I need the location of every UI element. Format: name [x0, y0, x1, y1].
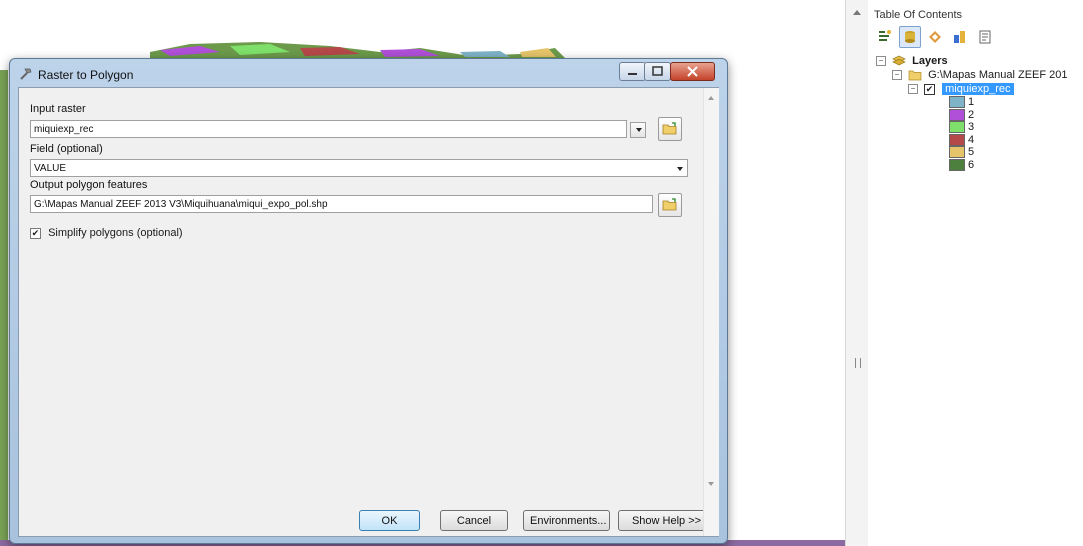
chevron-down-icon — [636, 128, 642, 132]
simplify-polygons-option[interactable]: ✔ Simplify polygons (optional) — [30, 227, 183, 239]
show-help-button[interactable]: Show Help >> — [618, 510, 715, 531]
list-by-source-button[interactable] — [899, 26, 921, 48]
collapse-icon[interactable]: − — [892, 70, 902, 81]
layers-label: Layers — [912, 55, 948, 67]
list-by-selection-button[interactable] — [949, 26, 971, 48]
legend-item[interactable]: 3 — [949, 121, 1083, 134]
chevron-down-icon — [677, 167, 683, 171]
browse-output-button[interactable] — [658, 193, 682, 217]
legend-swatch[interactable] — [949, 121, 965, 134]
collapse-icon[interactable]: − — [876, 56, 886, 67]
output-label: Output polygon features — [30, 179, 148, 191]
maximize-button[interactable] — [644, 62, 671, 81]
tree-layer-item[interactable]: − ✔ miquiexp_rec — [908, 82, 1083, 96]
options-icon — [979, 30, 991, 44]
cancel-button[interactable]: Cancel — [440, 510, 508, 531]
field-value: VALUE — [34, 163, 67, 174]
list-by-visibility-button[interactable] — [924, 26, 946, 48]
splitter-grip[interactable] — [855, 358, 861, 368]
input-raster-dropdown-button[interactable] — [630, 122, 646, 138]
output-features-field[interactable]: G:\Mapas Manual ZEEF 2013 V3\Miquihuana\… — [30, 195, 653, 213]
legend-label: 1 — [968, 96, 975, 108]
collapse-icon[interactable]: − — [908, 84, 918, 95]
scroll-up-icon[interactable] — [853, 10, 861, 15]
raster-to-polygon-dialog: Raster to Polygon Input raster miquiexp_… — [9, 58, 728, 544]
list-by-visibility-icon — [929, 31, 941, 43]
toc-title: Table Of Contents — [874, 9, 963, 21]
options-button[interactable] — [974, 26, 996, 48]
browse-input-button[interactable] — [658, 117, 682, 141]
scroll-down-icon[interactable] — [708, 482, 714, 486]
maximize-icon — [652, 66, 663, 76]
simplify-polygons-checkbox[interactable]: ✔ — [30, 227, 41, 239]
legend-item[interactable]: 5 — [949, 146, 1083, 159]
hammer-icon — [20, 68, 32, 80]
legend-swatch[interactable] — [949, 108, 965, 121]
input-raster-label: Input raster — [30, 103, 86, 115]
legend-label: 2 — [968, 108, 975, 121]
input-raster-value: miquiexp_rec — [34, 124, 94, 135]
input-raster-field[interactable]: miquiexp_rec — [30, 120, 627, 138]
tree-folder-item[interactable]: − G:\Mapas Manual ZEEF 201 — [892, 68, 1083, 82]
toc-toolbar — [874, 26, 996, 48]
list-by-source-icon — [905, 31, 915, 43]
dialog-title: Raster to Polygon — [38, 68, 134, 82]
field-label: Field (optional) — [30, 143, 103, 155]
close-icon — [687, 66, 698, 77]
scroll-up-icon[interactable] — [708, 96, 714, 100]
parameters-area: Input raster miquiexp_rec Field (optiona… — [19, 88, 715, 536]
layer-visibility-checkbox[interactable]: ✔ — [924, 83, 936, 95]
output-features-value: G:\Mapas Manual ZEEF 2013 V3\Miquihuana\… — [34, 199, 328, 210]
legend-swatch[interactable] — [949, 96, 965, 109]
folder-icon — [908, 70, 922, 81]
legend-swatch[interactable] — [949, 133, 965, 146]
list-by-selection-icon — [954, 31, 965, 43]
open-folder-icon — [662, 198, 677, 211]
open-folder-icon — [662, 122, 677, 135]
legend-item[interactable]: 2 — [949, 109, 1083, 122]
legend-label: 4 — [968, 133, 975, 146]
legend-swatch[interactable] — [949, 146, 965, 159]
field-dropdown[interactable]: VALUE — [30, 159, 688, 177]
ok-button[interactable]: OK — [359, 510, 420, 531]
table-of-contents-panel: Table Of Contents − Layers − G:\Mapas Ma… — [868, 0, 1083, 546]
layer-label[interactable]: miquiexp_rec — [942, 83, 1014, 95]
close-button[interactable] — [670, 62, 715, 81]
simplify-polygons-label: Simplify polygons (optional) — [48, 227, 183, 239]
legend-label: 3 — [968, 121, 975, 133]
dialog-scrollbar[interactable] — [703, 88, 719, 536]
folder-label: G:\Mapas Manual ZEEF 201 — [928, 69, 1068, 81]
layers-icon — [892, 55, 906, 66]
legend-item[interactable]: 4 — [949, 134, 1083, 147]
tree-root-layers[interactable]: − Layers — [876, 54, 1083, 68]
environments-button[interactable]: Environments... — [523, 510, 610, 531]
layer-tree: − Layers − G:\Mapas Manual ZEEF 201 − ✔ … — [876, 54, 1083, 171]
legend-swatch[interactable] — [949, 158, 965, 171]
minimize-button[interactable] — [619, 62, 646, 81]
list-by-drawing-order-icon — [879, 30, 891, 41]
legend-label: 6 — [968, 158, 975, 171]
legend-item[interactable]: 1 — [949, 96, 1083, 109]
legend-list: 123456 — [876, 96, 1083, 171]
dialog-body: Input raster miquiexp_rec Field (optiona… — [18, 87, 719, 537]
list-by-drawing-order-button[interactable] — [874, 26, 896, 48]
panel-splitter[interactable] — [845, 0, 869, 546]
legend-item[interactable]: 6 — [949, 159, 1083, 172]
minimize-icon — [628, 73, 637, 75]
legend-label: 5 — [968, 146, 975, 158]
